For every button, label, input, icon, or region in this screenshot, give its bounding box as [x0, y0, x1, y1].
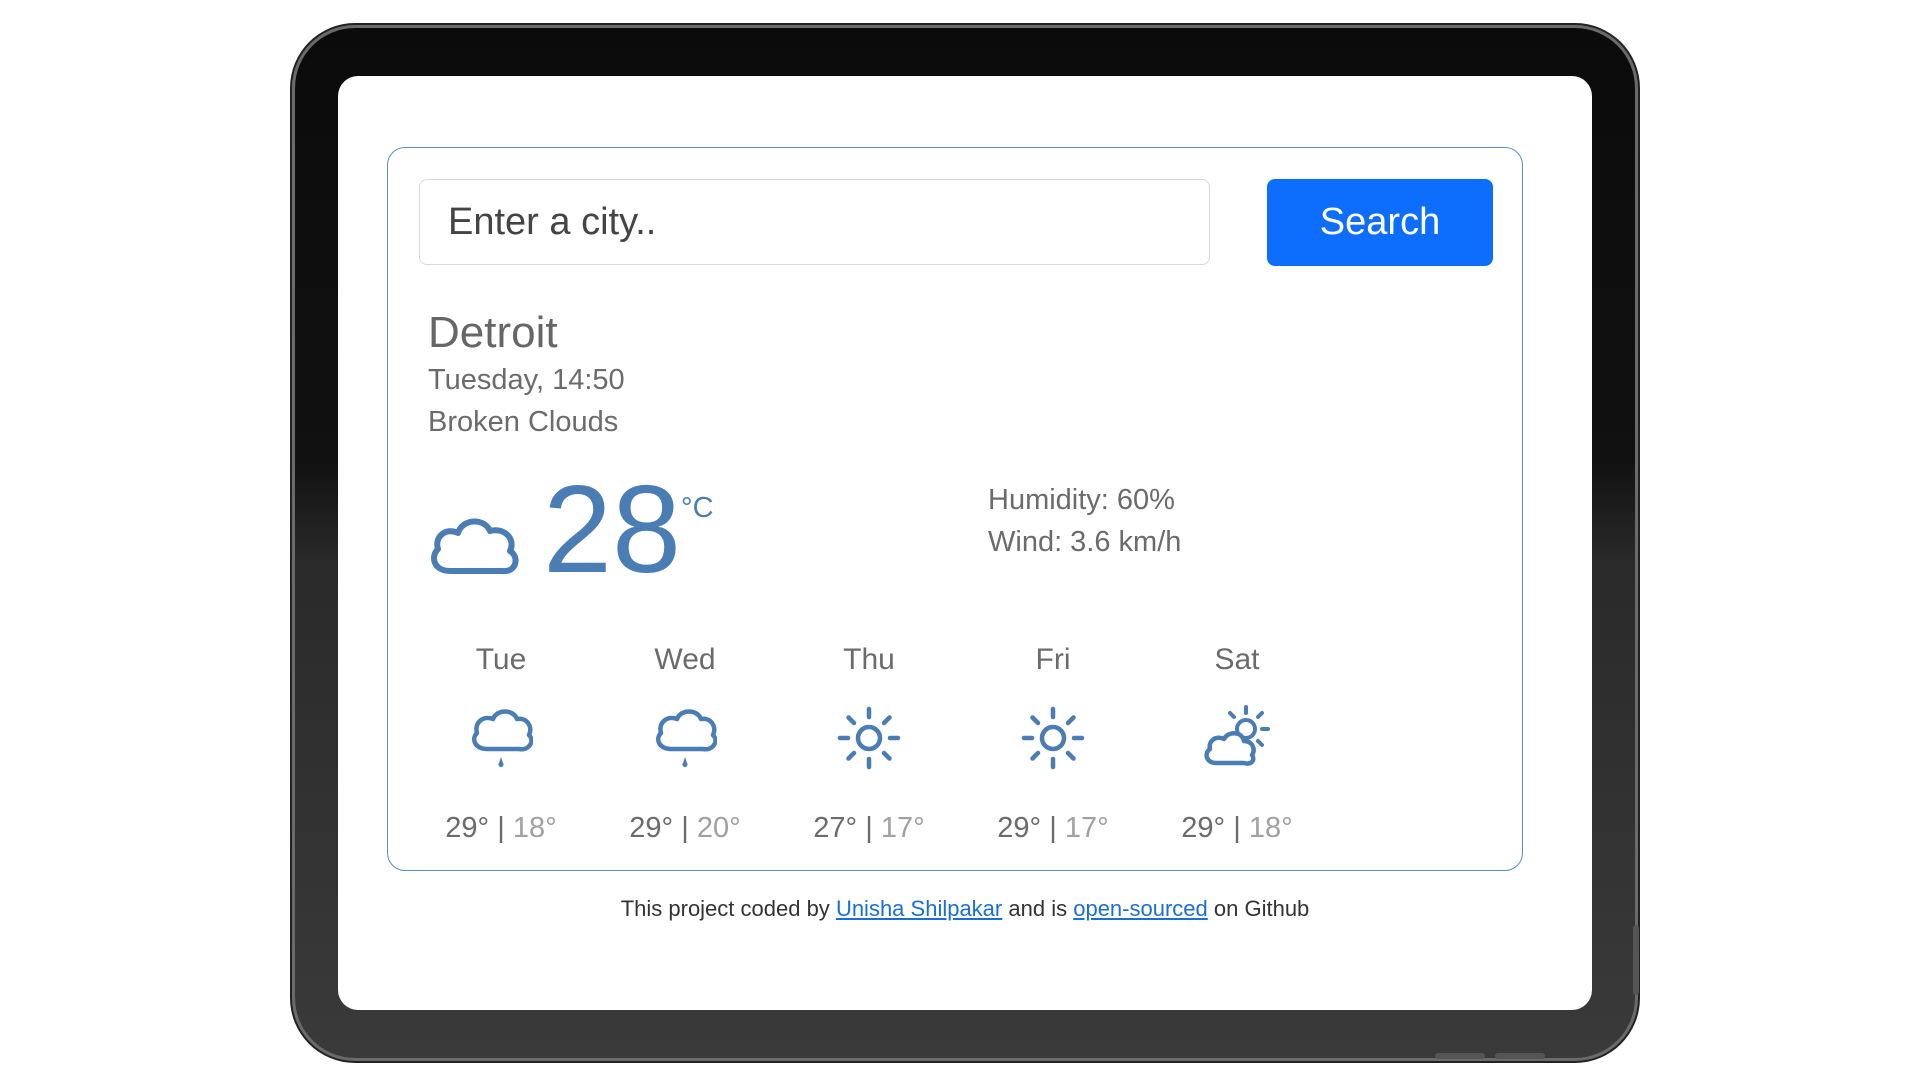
footer-middle: and is	[1008, 896, 1068, 921]
wind-value: Wind: 3.6 km/h	[988, 526, 1182, 558]
forecast-max: 29°	[1181, 812, 1226, 844]
forecast-max: 29°	[445, 812, 490, 844]
footer: This project coded by Unisha Shilpakar a…	[338, 896, 1592, 922]
city-name: Detroit	[428, 308, 558, 357]
current-datetime: Tuesday, 14:50	[428, 364, 625, 396]
humidity-value: Humidity: 60%	[988, 484, 1175, 516]
forecast-day: Sat 29° | 18°	[1124, 638, 1350, 845]
forecast-min: 18°	[1248, 812, 1293, 844]
temp-separator: |	[497, 812, 505, 844]
city-search-input[interactable]	[419, 179, 1210, 265]
footer-prefix: This project coded by	[620, 896, 830, 921]
temp-separator: |	[1049, 812, 1057, 844]
tablet-side-button	[1633, 925, 1639, 995]
author-link[interactable]: Unisha Shilpakar	[836, 896, 1002, 921]
partly-cloudy-icon	[1124, 690, 1350, 786]
forecast-min: 20°	[696, 812, 741, 844]
broken-clouds-icon	[426, 503, 526, 583]
temp-separator: |	[681, 812, 689, 844]
forecast-min: 17°	[880, 812, 925, 844]
temp-separator: |	[1233, 812, 1241, 844]
temperature-unit[interactable]: °C	[681, 492, 714, 525]
tablet-bottom-button	[1435, 1053, 1485, 1059]
weather-description: Broken Clouds	[428, 406, 619, 438]
forecast-day-name: Sat	[1214, 643, 1260, 676]
open-source-link[interactable]: open-sourced	[1073, 896, 1208, 921]
current-temperature: 28	[543, 461, 681, 599]
forecast-max: 29°	[629, 812, 674, 844]
forecast-min: 17°	[1064, 812, 1109, 844]
tablet-screen: Search Detroit Tuesday, 14:50 Broken Clo…	[338, 76, 1592, 1010]
forecast-temps: 29° | 18°	[1124, 812, 1350, 845]
tablet-bottom-button	[1495, 1053, 1545, 1059]
search-button[interactable]: Search	[1267, 179, 1493, 266]
forecast-min: 18°	[512, 812, 557, 844]
footer-suffix: on Github	[1213, 896, 1310, 921]
forecast-row: Tue 29° | 18° Wed 29° | 20° Thu 27° | 17…	[388, 638, 1522, 858]
weather-card: Search Detroit Tuesday, 14:50 Broken Clo…	[387, 147, 1523, 871]
forecast-max: 29°	[997, 812, 1042, 844]
forecast-max: 27°	[813, 812, 858, 844]
temp-separator: |	[865, 812, 873, 844]
